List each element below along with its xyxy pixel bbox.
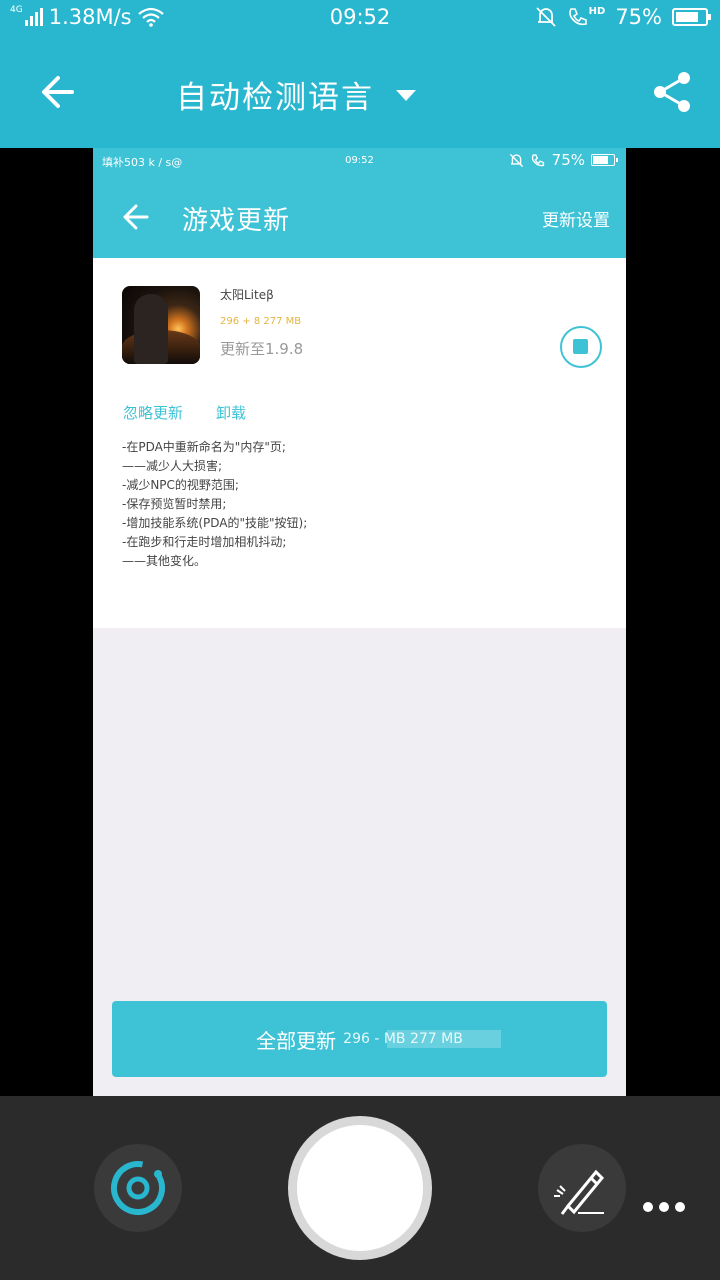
preview-status-bar: 填补503 k / s@ 09:52 75% xyxy=(93,148,626,174)
language-selector[interactable]: 自动检测语言 xyxy=(176,72,416,117)
release-note: ——其他变化。 xyxy=(122,554,207,568)
app-version: 更新至1.9.8 xyxy=(220,340,304,358)
lens-icon xyxy=(111,1161,165,1215)
share-icon[interactable] xyxy=(652,70,692,114)
hd-badge: HD xyxy=(588,6,606,17)
stop-download-button[interactable] xyxy=(560,326,602,368)
preview-header: 游戏更新 更新设置 xyxy=(93,174,626,258)
update-all-label: 全部更新 xyxy=(256,1028,337,1053)
stop-icon xyxy=(573,339,588,354)
edit-button[interactable] xyxy=(538,1144,626,1232)
preview-back-arrow-icon[interactable] xyxy=(120,202,150,232)
back-arrow-icon[interactable] xyxy=(36,72,76,112)
update-all-button[interactable]: 全部更新 296 - MB 277 MB xyxy=(112,1001,607,1077)
release-note: -在跑步和行走时增加相机抖动; xyxy=(122,535,287,549)
update-progress-overlay xyxy=(387,1030,501,1048)
app-size: 296 + 8 277 MB xyxy=(220,316,302,327)
dropdown-caret-icon xyxy=(396,90,416,101)
uninstall-link[interactable]: 卸载 xyxy=(216,402,246,423)
preview-title: 游戏更新 xyxy=(182,206,291,236)
update-card: 太阳Liteβ 296 + 8 277 MB 更新至1.9.8 忽略更新 卸载 … xyxy=(93,258,626,628)
release-note: ——减少人大损害; xyxy=(122,459,223,473)
preview-mute-bell-icon xyxy=(509,153,523,167)
app-name: 太阳Liteβ xyxy=(220,288,274,302)
more-icon[interactable] xyxy=(643,1202,685,1212)
bottom-toolbar xyxy=(0,1096,720,1280)
release-notes: -在PDA中重新命名为"内存"页; ——减少人大损害; -减少NPC的视野范围;… xyxy=(122,438,592,571)
release-note: -保存预览暂时禁用; xyxy=(122,497,227,511)
preview-battery-icon xyxy=(591,154,618,166)
preview-call-icon xyxy=(531,153,544,166)
status-bar: 4G 1.38M/s 09:52 HD 75% xyxy=(0,0,720,36)
lens-button[interactable] xyxy=(94,1144,182,1232)
screenshot-preview: 填补503 k / s@ 09:52 75% 游戏更新 更新设置 太阳Liteβ… xyxy=(93,148,626,1096)
screen: 4G 1.38M/s 09:52 HD 75% 自动检测语言 填补503 k /… xyxy=(0,0,720,1280)
language-label: 自动检测语言 xyxy=(176,80,374,116)
battery-icon xyxy=(672,8,711,26)
magic-edit-icon xyxy=(554,1169,605,1215)
app-bar: 自动检测语言 xyxy=(0,36,720,148)
shutter-button[interactable] xyxy=(288,1116,432,1260)
mute-bell-icon xyxy=(536,7,556,27)
game-app-icon xyxy=(122,286,200,364)
battery-percent: 75% xyxy=(615,5,662,29)
release-note: -减少NPC的视野范围; xyxy=(122,478,239,492)
release-note: -增加技能系统(PDA的"技能"按钮); xyxy=(122,516,308,530)
call-icon xyxy=(568,8,587,26)
update-settings-link[interactable]: 更新设置 xyxy=(542,206,610,231)
ignore-update-link[interactable]: 忽略更新 xyxy=(123,402,183,423)
release-note: -在PDA中重新命名为"内存"页; xyxy=(122,440,286,454)
preview-battery-percent: 75% xyxy=(551,151,585,169)
